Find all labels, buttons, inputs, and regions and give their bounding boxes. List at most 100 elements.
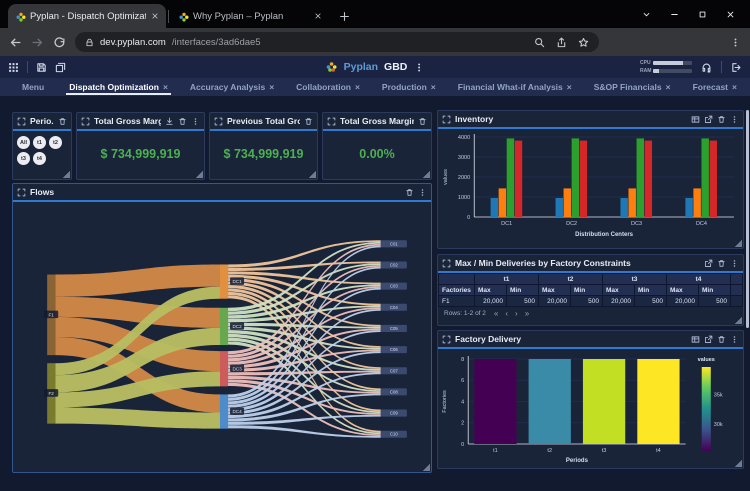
tab-accuracy-analysis[interactable]: Accuracy Analysis× <box>179 78 285 96</box>
page-button-0[interactable]: « <box>494 309 498 318</box>
resize-handle[interactable] <box>195 170 203 178</box>
fullscreen-icon[interactable] <box>214 117 223 126</box>
resize-handle[interactable] <box>422 170 430 178</box>
page-button-1[interactable]: ‹ <box>505 309 508 318</box>
resize-handle[interactable] <box>734 316 742 324</box>
tab-close-icon[interactable] <box>314 12 322 20</box>
maximize-button[interactable] <box>698 10 707 19</box>
menu-button[interactable]: Menu <box>8 82 58 92</box>
share-icon[interactable] <box>556 37 567 48</box>
svg-text:DC4: DC4 <box>232 409 242 414</box>
bookmark-star-icon[interactable] <box>578 37 589 48</box>
panel-menu-icon[interactable] <box>730 335 739 344</box>
workspace-menu-icon[interactable] <box>413 62 424 73</box>
tab-close-icon[interactable]: × <box>269 82 274 92</box>
panel-menu-icon[interactable] <box>730 259 739 268</box>
tab-close-icon[interactable]: × <box>163 82 168 92</box>
fullscreen-icon[interactable] <box>17 188 26 197</box>
apps-grid-icon[interactable] <box>8 62 19 73</box>
panel-header: Inventory <box>438 111 743 129</box>
export-icon[interactable] <box>704 259 713 268</box>
period-pill-t4[interactable]: t4 <box>33 152 46 165</box>
minimize-button[interactable] <box>670 10 679 19</box>
new-tab-button[interactable] <box>339 11 350 22</box>
delete-icon[interactable] <box>418 117 427 126</box>
export-icon[interactable] <box>704 115 713 124</box>
delete-icon[interactable] <box>178 117 187 126</box>
delete-icon[interactable] <box>405 188 414 197</box>
value-cell: 500 <box>507 296 539 307</box>
table-row[interactable]: F120,00050020,00050020,00050020,000500 <box>439 296 743 307</box>
tab-close-icon[interactable]: × <box>431 82 436 92</box>
close-window-button[interactable] <box>726 10 735 19</box>
resize-handle[interactable] <box>734 459 742 467</box>
browser-tab-inactive[interactable]: Why Pyplan – Pyplan <box>171 4 329 28</box>
page-button-2[interactable]: › <box>515 309 518 318</box>
period-pill-all[interactable]: All <box>17 136 30 149</box>
tab-label: Forecast <box>693 82 728 92</box>
tab-forecast[interactable]: Forecast × <box>682 78 748 96</box>
fullscreen-icon[interactable] <box>81 117 90 126</box>
period-pill-t1[interactable]: t1 <box>33 136 46 149</box>
tab-close-icon[interactable]: × <box>355 82 360 92</box>
tab-close-icon[interactable]: × <box>732 82 737 92</box>
tab-search-icon[interactable] <box>642 10 651 19</box>
panel-menu-icon[interactable] <box>418 188 427 197</box>
svg-text:DC3: DC3 <box>232 366 242 371</box>
delete-icon[interactable] <box>58 117 67 126</box>
delete-icon[interactable] <box>717 259 726 268</box>
tab-collaboration[interactable]: Collaboration× <box>285 78 371 96</box>
table-view-icon[interactable] <box>691 335 700 344</box>
save-all-icon[interactable] <box>55 62 66 73</box>
tab-close-icon[interactable]: × <box>567 82 572 92</box>
tab-dispatch-optimization[interactable]: Dispatch Optimization× <box>58 78 179 96</box>
support-icon[interactable] <box>701 62 712 73</box>
browser-tab-active[interactable]: Pyplan - Dispatch Optimization <box>8 4 166 28</box>
browser-menu-icon[interactable] <box>730 37 741 48</box>
reload-button[interactable] <box>53 36 66 49</box>
resize-handle[interactable] <box>422 463 430 471</box>
app-toolbar: Pyplan GBD CPU RAM <box>0 56 750 78</box>
download-icon[interactable] <box>165 117 174 126</box>
panel-menu-icon[interactable] <box>730 115 739 124</box>
fullscreen-icon[interactable] <box>17 117 26 126</box>
dashboard-scrollbar[interactable] <box>746 110 749 328</box>
logout-icon[interactable] <box>731 62 742 73</box>
back-button[interactable] <box>9 36 22 49</box>
fullscreen-icon[interactable] <box>327 117 336 126</box>
subheader-min: Min <box>635 285 667 296</box>
period-pill-t3[interactable]: t3 <box>17 152 30 165</box>
panel-title: Factory Delivery <box>455 334 687 344</box>
factory-delivery-panel: Factory Delivery 02468t1t2t3t4PeriodsFac… <box>437 330 744 469</box>
tab-s-op-financials[interactable]: S&OP Financials× <box>583 78 682 96</box>
table-view-icon[interactable] <box>691 115 700 124</box>
forward-button[interactable] <box>31 36 44 49</box>
fullscreen-icon[interactable] <box>442 335 451 344</box>
lock-icon[interactable] <box>85 38 94 47</box>
page-button-3[interactable]: » <box>525 309 529 318</box>
zoom-icon[interactable] <box>534 37 545 48</box>
resize-handle[interactable] <box>734 239 742 247</box>
factory-chart-container: 02468t1t2t3t4PeriodsFactoriesvalues35k30… <box>438 349 743 468</box>
export-icon[interactable] <box>704 335 713 344</box>
panel-title: Flows <box>30 187 401 197</box>
svg-text:C06: C06 <box>390 347 399 352</box>
url-domain: dev.pyplan.com <box>100 37 166 48</box>
value-cell: 20,000 <box>539 296 571 307</box>
address-bar[interactable]: dev.pyplan.com/interfaces/3ad6dae5 <box>75 32 599 52</box>
fullscreen-icon[interactable] <box>442 115 451 124</box>
resize-handle[interactable] <box>308 170 316 178</box>
period-pill-t2[interactable]: t2 <box>49 136 62 149</box>
delete-icon[interactable] <box>717 115 726 124</box>
tab-production[interactable]: Production× <box>371 78 447 96</box>
resize-handle[interactable] <box>62 170 70 178</box>
tab-financial-what-if-analysis[interactable]: Financial What-if Analysis× <box>447 78 583 96</box>
fullscreen-icon[interactable] <box>442 259 451 268</box>
tab-close-icon[interactable] <box>151 12 159 20</box>
subheader-max: Max <box>603 285 635 296</box>
panel-menu-icon[interactable] <box>191 117 200 126</box>
delete-icon[interactable] <box>304 117 313 126</box>
delete-icon[interactable] <box>717 335 726 344</box>
tab-close-icon[interactable]: × <box>666 82 671 92</box>
save-icon[interactable] <box>36 62 47 73</box>
